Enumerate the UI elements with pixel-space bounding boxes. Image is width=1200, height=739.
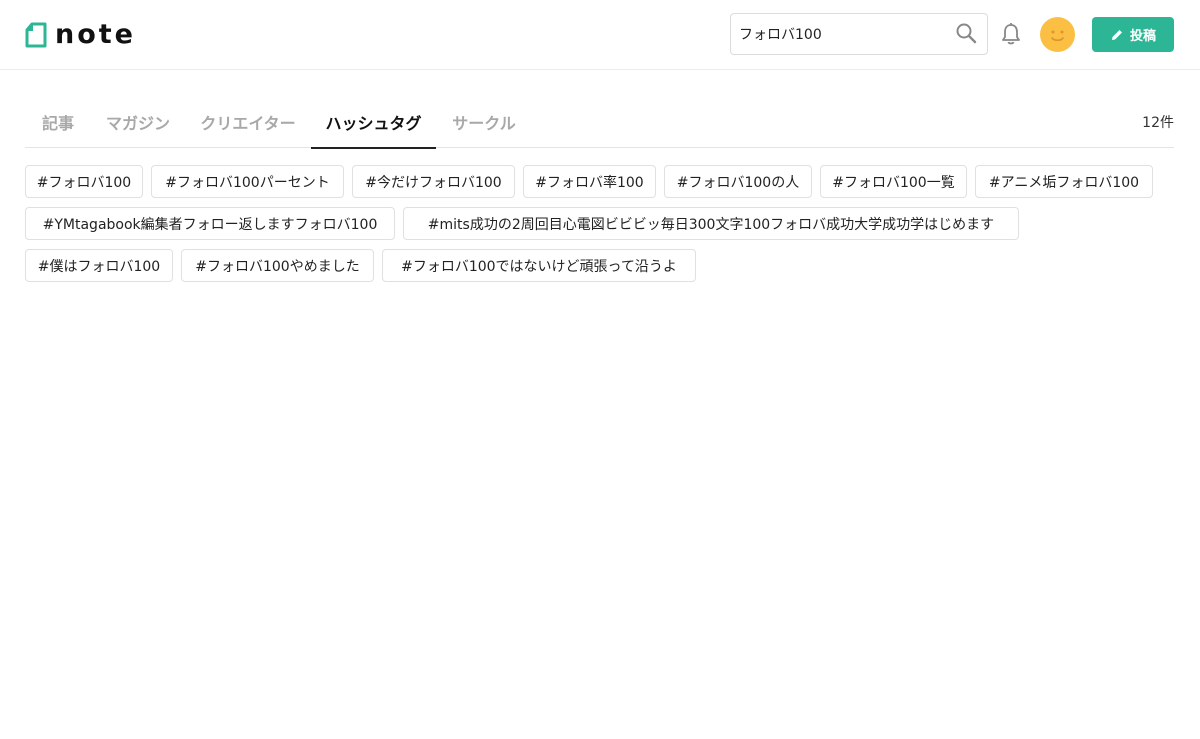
result-count: 12件: [1142, 115, 1174, 131]
tab-circles[interactable]: サークル: [443, 96, 525, 148]
note-logo-icon: [25, 22, 47, 48]
hashtag-chip[interactable]: #フォロバ100一覧: [820, 165, 967, 198]
avatar[interactable]: [1040, 17, 1075, 52]
top-header: note 投稿: [0, 0, 1200, 70]
logo-text: note: [55, 19, 136, 50]
tab-creators[interactable]: クリエイター: [189, 96, 307, 148]
tab-magazines[interactable]: マガジン: [95, 96, 181, 148]
hashtag-chip[interactable]: #フォロバ100やめました: [181, 249, 374, 282]
search-box[interactable]: [730, 13, 988, 55]
search-icon[interactable]: [955, 22, 977, 44]
bell-icon[interactable]: [1000, 22, 1022, 46]
tab-articles[interactable]: 記事: [25, 96, 91, 148]
hashtag-chip[interactable]: #フォロバ100パーセント: [151, 165, 344, 198]
hashtag-chip[interactable]: #mits成功の2周回目心電図ビビビッ毎日300文字100フォロバ成功大学成功学…: [403, 207, 1019, 240]
hashtag-chip[interactable]: #僕はフォロバ100: [25, 249, 173, 282]
post-button-label: 投稿: [1129, 29, 1156, 44]
hashtag-chip[interactable]: #フォロバ100ではないけど頑張って沿うよ: [382, 249, 696, 282]
search-tabs: 記事 マガジン クリエイター ハッシュタグ サークル 12件: [25, 96, 1174, 149]
note-logo[interactable]: note: [25, 20, 136, 50]
search-input[interactable]: [739, 22, 949, 46]
smiley-face-icon: [1051, 30, 1064, 42]
hashtag-chip[interactable]: #フォロバ100の人: [664, 165, 812, 198]
pencil-icon: [1111, 29, 1122, 40]
hashtag-chip[interactable]: #フォロバ率100: [523, 165, 656, 198]
hashtag-chip[interactable]: #YMtagabook編集者フォロー返しますフォロバ100: [25, 207, 395, 240]
hashtag-chip[interactable]: #今だけフォロバ100: [352, 165, 515, 198]
hashtag-chip[interactable]: #アニメ垢フォロバ100: [975, 165, 1153, 198]
tab-hashtags[interactable]: ハッシュタグ: [311, 96, 436, 149]
hashtag-chip[interactable]: #フォロバ100: [25, 165, 143, 198]
post-button[interactable]: 投稿: [1092, 17, 1174, 52]
